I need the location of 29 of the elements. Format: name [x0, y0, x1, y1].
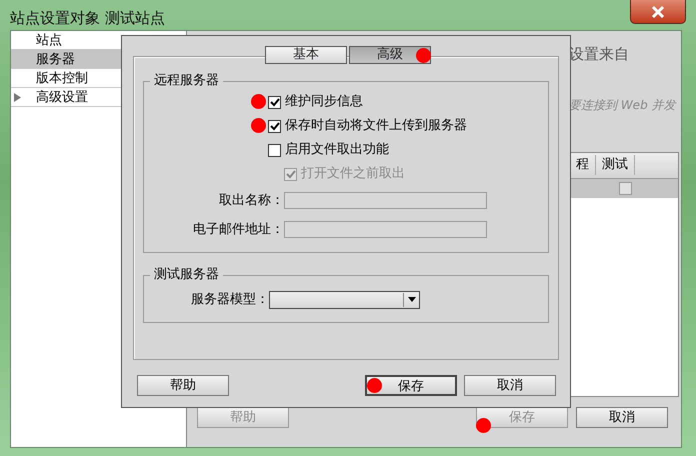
- checkbox[interactable]: [268, 96, 281, 108]
- field-label: 服务器模型：: [191, 291, 269, 309]
- close-icon[interactable]: [650, 4, 666, 18]
- checkbox-label: 启用文件取出功能: [285, 141, 389, 160]
- caret-icon[interactable]: [408, 297, 416, 302]
- tab[interactable]: 基本: [265, 46, 347, 64]
- window-title: 站点设置对象 测试站点: [10, 8, 165, 29]
- checkbox[interactable]: [268, 120, 281, 132]
- button[interactable]: 帮助: [137, 375, 229, 396]
- section-heading: 设置来自: [569, 44, 630, 65]
- button: 帮助: [197, 407, 289, 428]
- dropdown[interactable]: [269, 290, 420, 309]
- hint-text: 要连接到 Web 并发: [569, 96, 678, 114]
- tab[interactable]: 高级: [349, 46, 431, 64]
- expand-arrow-icon[interactable]: [14, 92, 21, 102]
- group-label: 测试服务器: [150, 267, 223, 283]
- field-label: 取出名称：: [218, 192, 284, 210]
- column-header[interactable]: 测试: [596, 155, 635, 175]
- button[interactable]: 保存: [365, 375, 457, 396]
- field-label: 电子邮件地址：: [192, 220, 284, 239]
- group-label: 远程服务器: [150, 73, 223, 89]
- checkbox[interactable]: [268, 144, 281, 156]
- button[interactable]: 取消: [576, 407, 668, 428]
- button[interactable]: 取消: [464, 375, 556, 396]
- checkbox[interactable]: [619, 182, 632, 194]
- checkbox-label: 维护同步信息: [285, 93, 363, 112]
- checkbox-label: 打开文件之前取出: [301, 165, 405, 184]
- checkbox-label: 保存时自动将文件上传到服务器: [285, 117, 467, 136]
- close-button[interactable]: [630, 0, 686, 24]
